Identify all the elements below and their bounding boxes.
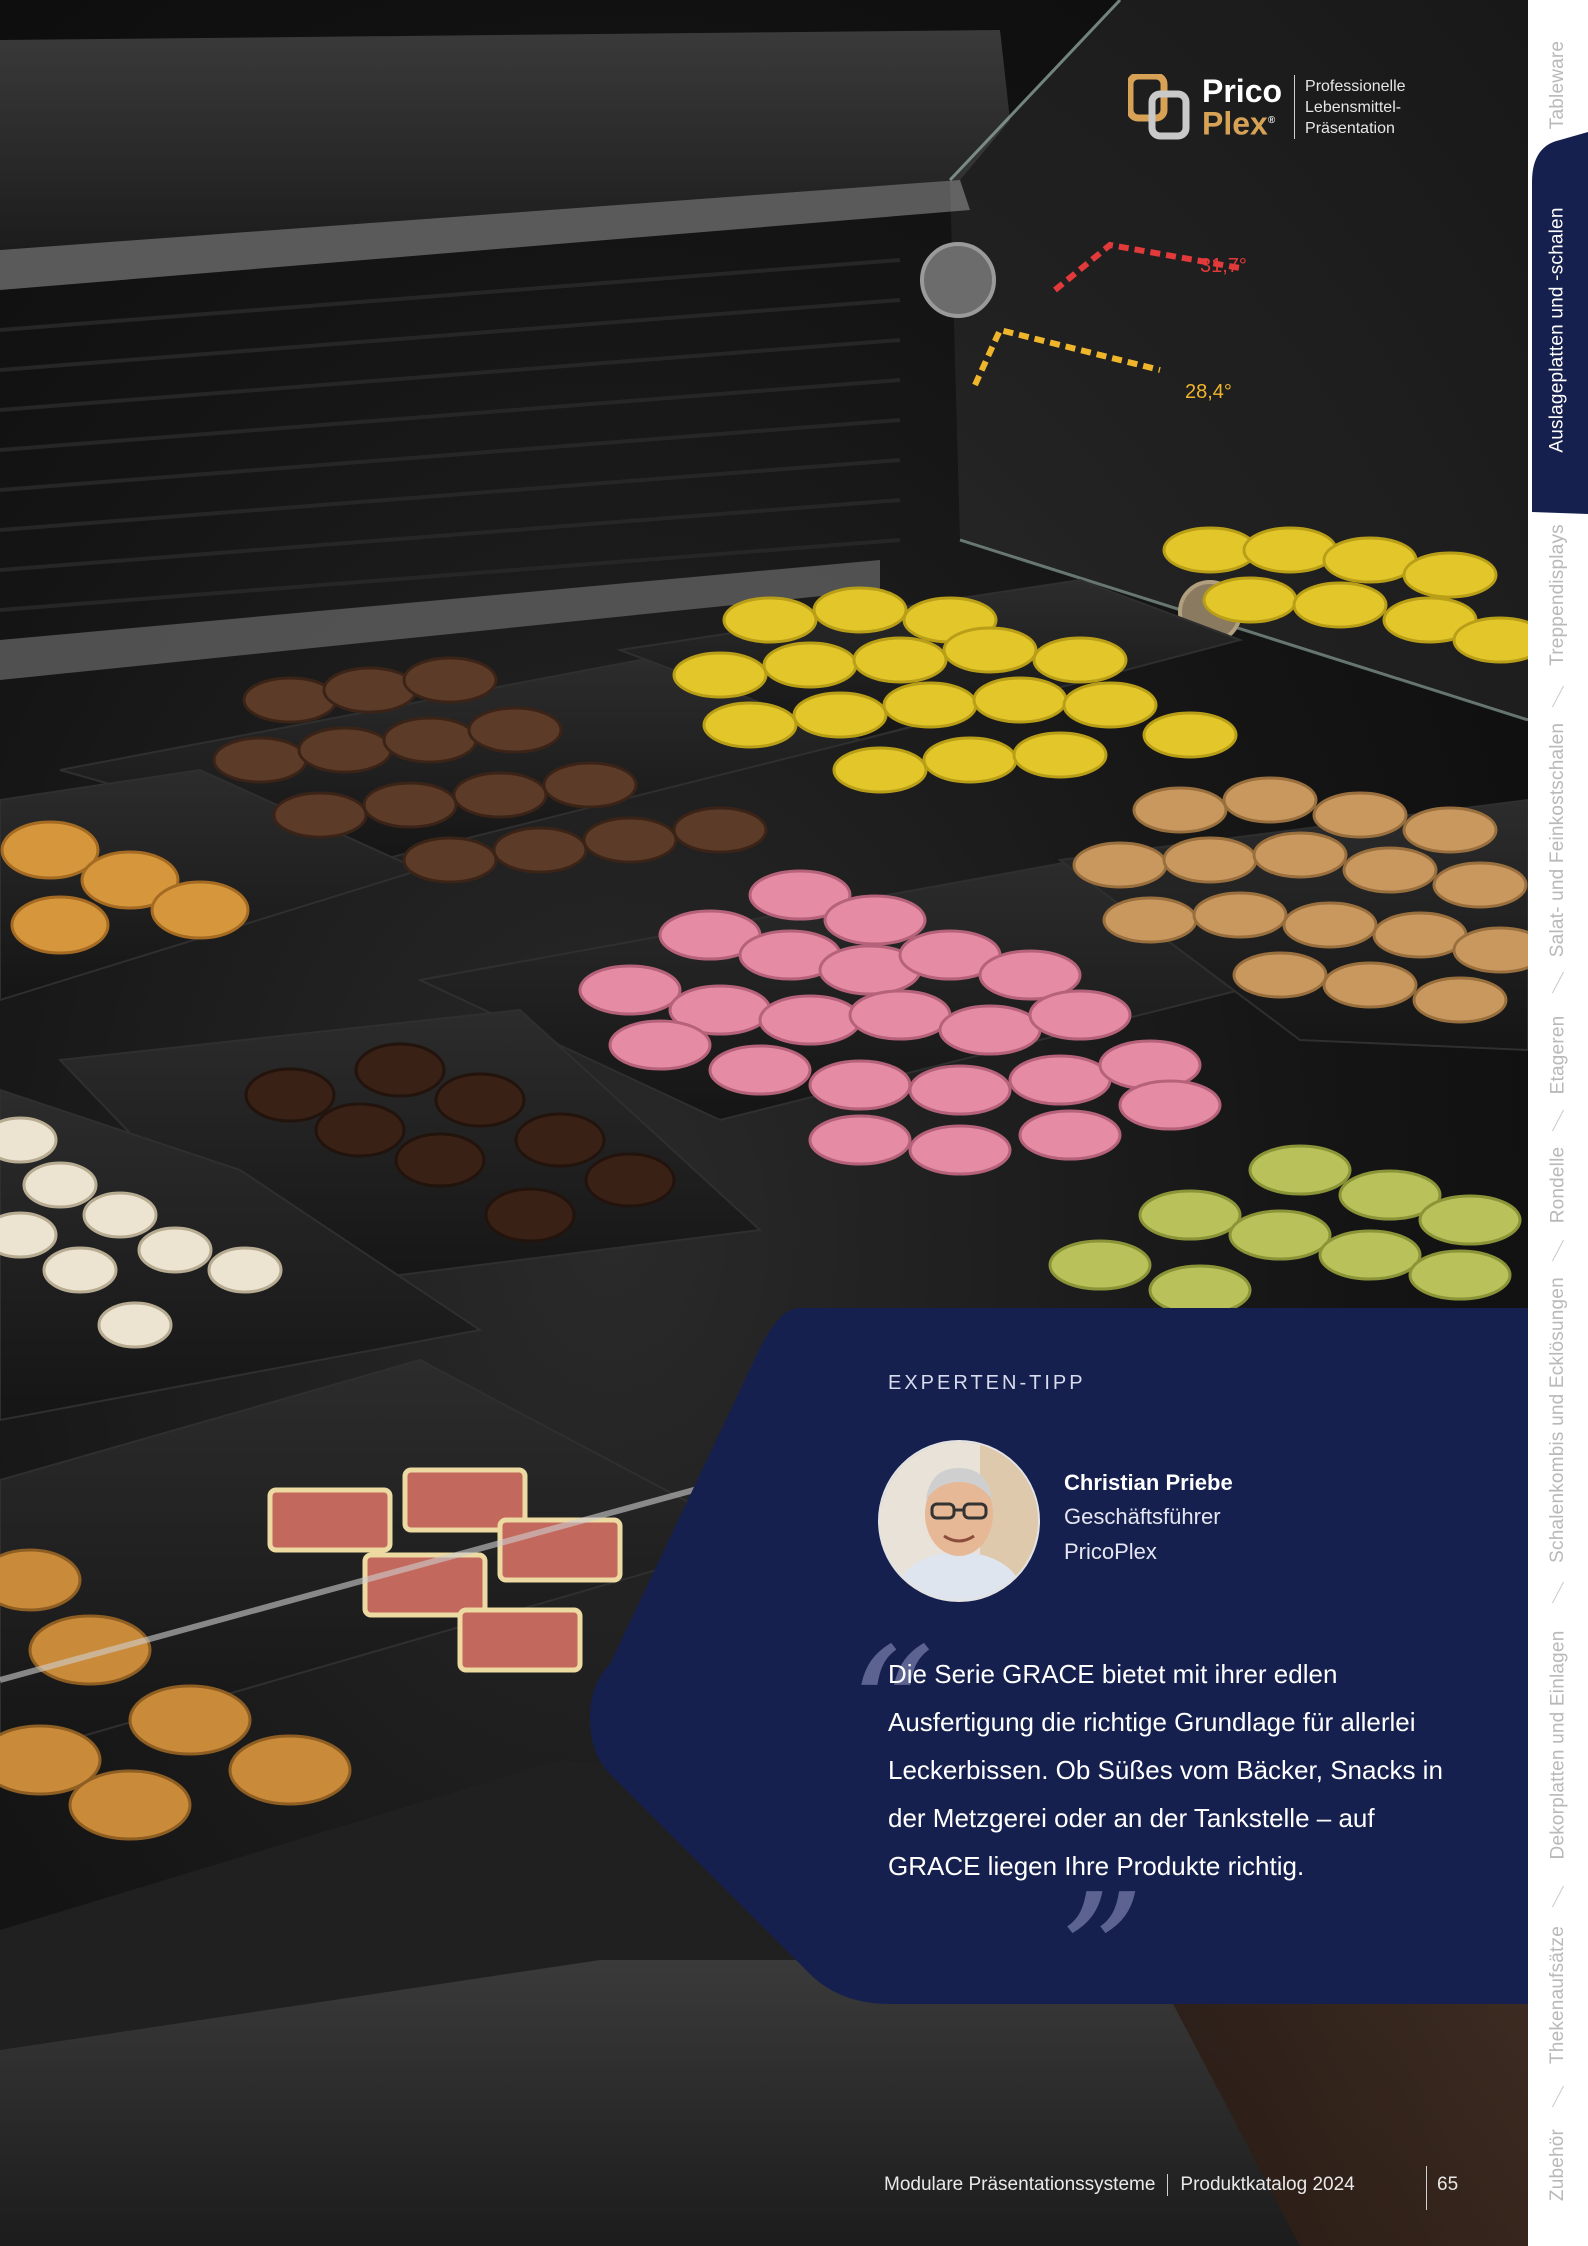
logo-word-plex: Plex®: [1202, 105, 1276, 142]
glass-knob-upper: [920, 242, 996, 318]
expert-kicker: EXPERTEN-TIPP: [888, 1372, 1086, 1394]
footer-catalog-title: Produktkatalog 2024: [1180, 2174, 1355, 2195]
tab-schalenkombis[interactable]: Schalenkombis und Ecklösungen: [1528, 1260, 1588, 1580]
expert-avatar: [878, 1440, 1040, 1602]
tab-auslageplatten[interactable]: Auslageplatten und -schalen: [1528, 160, 1588, 500]
tab-zubehoer[interactable]: Zubehör: [1528, 2105, 1588, 2225]
tab-separator: [1551, 685, 1565, 708]
macarons-green: [1048, 1144, 1522, 1316]
tab-rondelle[interactable]: Rondelle: [1528, 1130, 1588, 1240]
tab-label: Rondelle: [1547, 1146, 1569, 1224]
angle-label-red: 31,7°: [1200, 255, 1247, 277]
expert-quote: Die Serie GRACE bietet mit ihrer edlen A…: [888, 1659, 1443, 1881]
tagline-line-1: Professionelle: [1305, 77, 1406, 95]
pricoplex-logo: Prico Plex® Professionelle Lebensmittel-…: [1128, 72, 1406, 142]
tab-label: Thekenaufsätze: [1547, 1926, 1568, 2064]
logo-divider: [1294, 75, 1296, 139]
page-footer: Modulare Präsentationssysteme Produktkat…: [884, 2174, 1355, 2196]
footer-divider: [1167, 2174, 1169, 2196]
tab-separator: [1551, 1581, 1565, 1604]
tab-separator: [1551, 971, 1565, 994]
pricoplex-logo-mark: [1128, 74, 1190, 140]
tab-label: Dekorplatten und Einlagen: [1547, 1630, 1568, 1860]
chapter-tab-bar: Tableware Auslageplatten und -schalen Tr…: [1528, 0, 1588, 2246]
tab-label: Zubehör: [1547, 2128, 1569, 2202]
tagline-line-2: Lebensmittel-: [1305, 98, 1402, 116]
expert-role: Geschäftsführer: [1064, 1504, 1221, 1529]
expert-name: Christian Priebe: [1064, 1470, 1233, 1495]
tab-dekorplatten[interactable]: Dekorplatten und Einlagen: [1528, 1605, 1588, 1885]
tab-treppendisplays[interactable]: Treppendisplays: [1528, 510, 1588, 680]
footer-section-title: Modulare Präsentationssysteme: [884, 2174, 1156, 2195]
page-number: 65: [1437, 2174, 1459, 2195]
logo-wordmark: Prico Plex®: [1202, 72, 1283, 142]
portrait-illustration: [880, 1442, 1038, 1600]
tab-salat-feinkost[interactable]: Salat- und Feinkostschalen: [1528, 710, 1588, 970]
tab-label: Tableware: [1547, 40, 1568, 130]
tab-label: Auslageplatten und -schalen: [1547, 207, 1568, 453]
angle-label-yellow: 28,4°: [1185, 381, 1232, 403]
tab-separator: [1551, 1239, 1565, 1262]
tagline-line-3: Präsentation: [1305, 119, 1395, 137]
quote-close-icon: ”: [1058, 1858, 1145, 2056]
expert-tip-panel: EXPERTEN-TIPP Christian Priebe Geschäfts…: [590, 1308, 1528, 2042]
tab-label: Etageren: [1547, 1015, 1568, 1095]
back-slats: [0, 258, 901, 612]
tab-thekenaufsaetze[interactable]: Thekenaufsätze: [1528, 1905, 1588, 2085]
logo-tagline: Professionelle Lebensmittel- Präsentatio…: [1305, 76, 1406, 139]
tab-etageren[interactable]: Etageren: [1528, 995, 1588, 1115]
expert-company: PricoPlex: [1064, 1539, 1157, 1564]
tab-label: Treppendisplays: [1547, 524, 1568, 666]
tab-label: Schalenkombis und Ecklösungen: [1547, 1277, 1569, 1563]
logo-word-prico: Prico: [1202, 72, 1283, 109]
tab-label: Salat- und Feinkostschalen: [1547, 722, 1569, 958]
page-number-divider: [1426, 2166, 1427, 2210]
